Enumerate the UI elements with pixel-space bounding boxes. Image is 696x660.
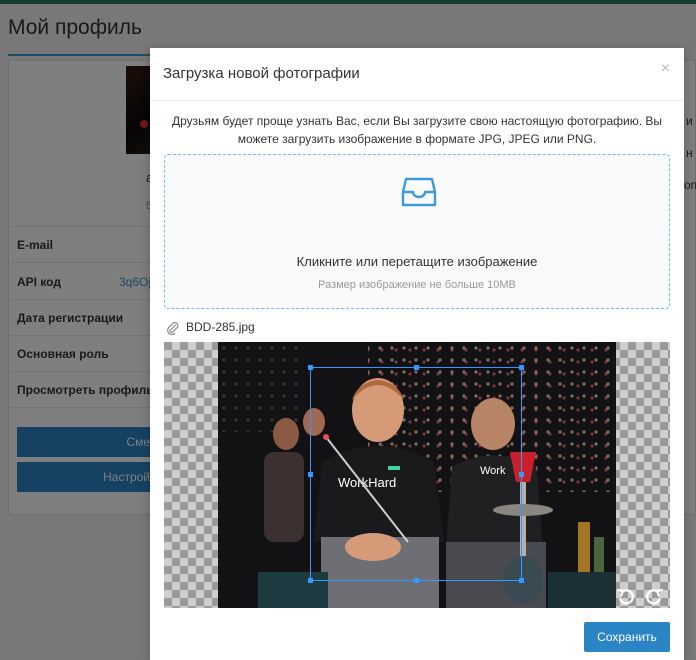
crop-selection[interactable] (308, 365, 524, 583)
upload-dropzone[interactable]: Кликните или перетащите изображение Разм… (164, 154, 670, 309)
uploaded-file-name: BDD-285.jpg (186, 320, 255, 334)
upload-photo-modal: Загрузка новой фотографии × Друзьям буде… (150, 48, 684, 660)
crop-handle-nw[interactable] (308, 365, 313, 370)
modal-title: Загрузка новой фотографии (163, 65, 360, 82)
crop-handle-se[interactable] (519, 578, 524, 583)
dropzone-hint: Размер изображение не больше 10MB (318, 279, 516, 291)
close-icon[interactable]: × (661, 60, 670, 78)
crop-handle-sw[interactable] (308, 578, 313, 583)
rotate-left-icon[interactable] (616, 586, 636, 606)
crop-handle-n[interactable] (414, 365, 419, 370)
crop-handle-e[interactable] (519, 472, 524, 477)
save-button[interactable]: Сохранить (584, 622, 670, 652)
crop-handle-w[interactable] (308, 472, 313, 477)
upload-description: Друзьям будет проще узнать Вас, если Вы … (171, 114, 663, 146)
dropzone-text: Кликните или перетащите изображение (296, 254, 538, 269)
rotate-right-icon[interactable] (644, 586, 664, 606)
crop-handle-s[interactable] (414, 578, 419, 583)
inbox-icon (401, 177, 437, 207)
crop-handle-ne[interactable] (519, 365, 524, 370)
modal-divider (150, 100, 684, 101)
paperclip-icon (167, 322, 179, 335)
image-cropper[interactable]: WorkHard Work (164, 342, 670, 608)
